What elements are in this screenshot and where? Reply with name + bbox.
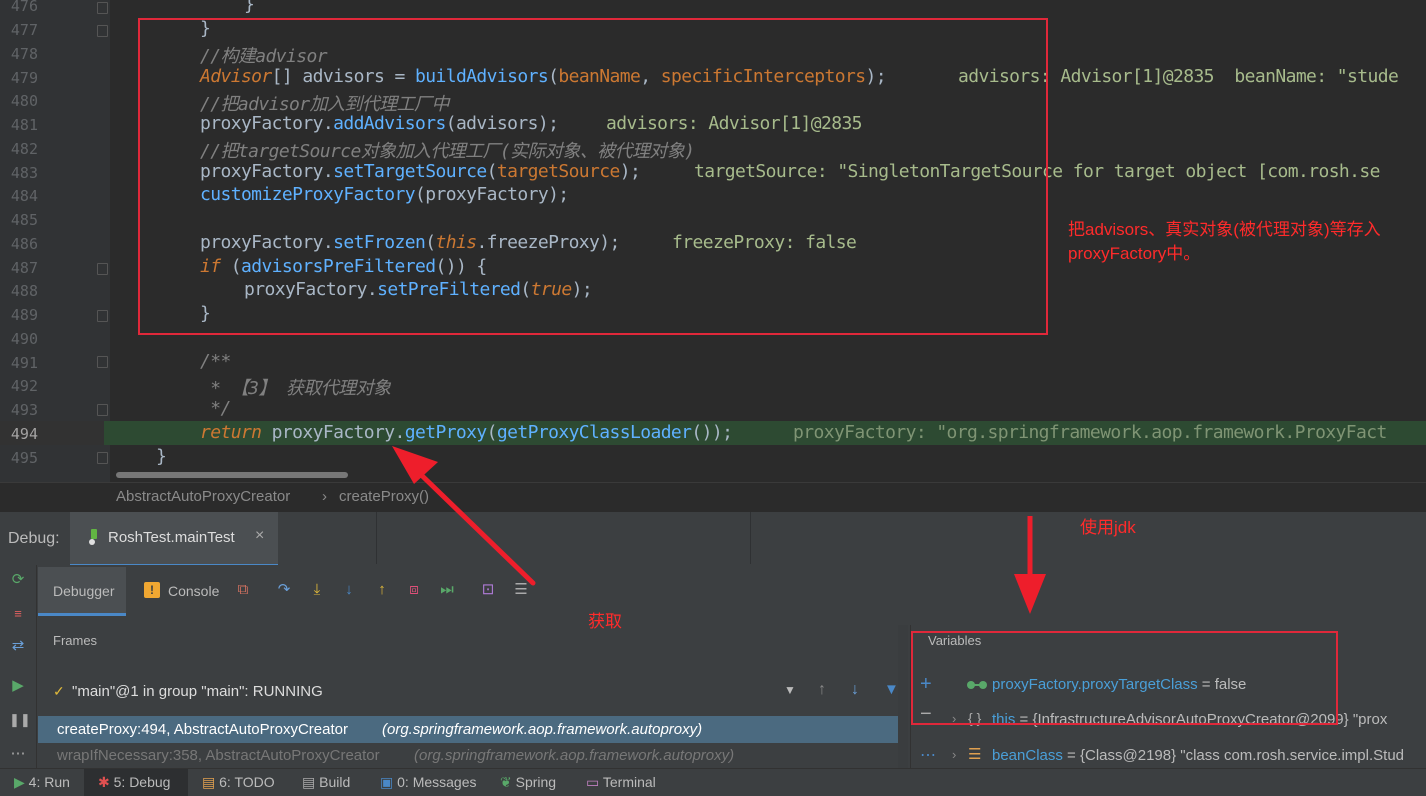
tool-terminal-label: Terminal — [602, 774, 656, 790]
tool-messages-label: 0: Messages — [397, 774, 477, 790]
tool-spring-label: Spring — [515, 774, 557, 790]
arrow-get — [392, 446, 536, 586]
tool-spring[interactable]: ❦ Spring — [500, 774, 556, 791]
spring-leaf-icon: ❦ — [500, 774, 512, 790]
terminal-icon: ▭ — [586, 774, 600, 790]
tool-todo-label: 6: TODO — [219, 774, 275, 790]
tool-terminal[interactable]: ▭ Terminal — [586, 774, 656, 791]
tool-run[interactable]: ▶ 4: Run — [14, 774, 70, 791]
messages-icon: ▣ — [380, 774, 394, 790]
tool-todo[interactable]: ▤ 6: TODO — [202, 774, 275, 791]
build-icon: ▤ — [302, 774, 316, 790]
tool-window-bar: ▶ 4: Run ✱ 5: Debug ▤ 6: TODO ▤ Build ▣ … — [0, 768, 1426, 796]
tool-build-label: Build — [319, 774, 351, 790]
todo-icon: ▤ — [202, 774, 216, 790]
tool-run-label: 4: Run — [28, 774, 70, 790]
arrow-jdk — [1014, 516, 1046, 614]
annotation-arrows — [392, 446, 1046, 614]
tool-debug-label: 5: Debug — [113, 774, 171, 790]
tool-debug[interactable]: ✱ 5: Debug — [98, 774, 170, 791]
tool-messages[interactable]: ▣ 0: Messages — [380, 774, 477, 791]
run-icon: ▶ — [14, 774, 25, 790]
tool-build[interactable]: ▤ Build — [302, 774, 350, 791]
bug-icon: ✱ — [98, 774, 110, 790]
